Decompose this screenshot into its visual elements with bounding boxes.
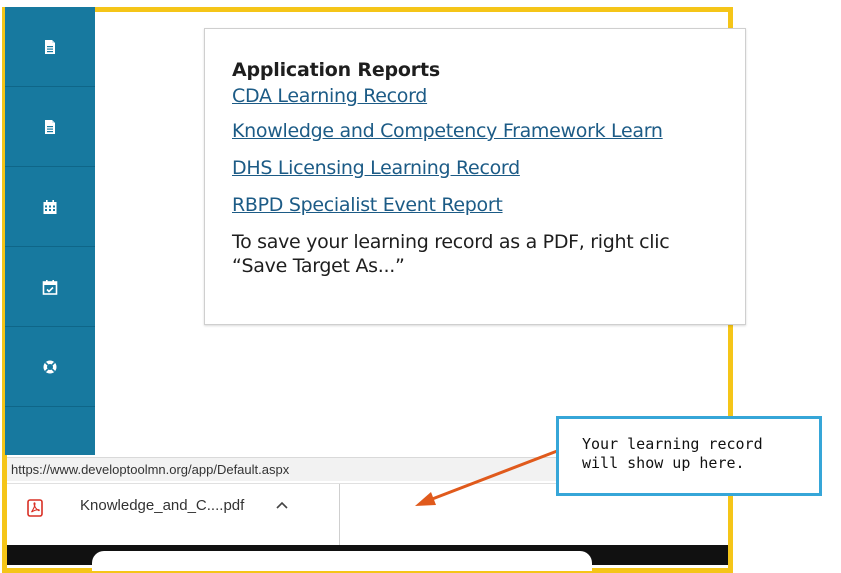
note-line-1: To save your learning record as a PDF, r…: [232, 231, 670, 253]
download-filename: Knowledge_and_C....pdf: [80, 497, 245, 514]
report-link-kcf[interactable]: Knowledge and Competency Framework Learn: [232, 113, 752, 150]
calendar-icon: [43, 199, 57, 214]
sidebar-item-document-1[interactable]: [5, 7, 95, 87]
report-link-cda[interactable]: CDA Learning Record: [232, 85, 752, 107]
calendar-check-icon: [42, 279, 58, 295]
report-link-dhs[interactable]: DHS Licensing Learning Record: [232, 150, 752, 187]
callout-line-2: will show up here.: [582, 454, 745, 472]
lifebuoy-icon: [43, 360, 57, 373]
taskbar-strip: [7, 545, 728, 571]
sidebar-item-calendar-check[interactable]: [5, 247, 95, 327]
sidebar-item-support[interactable]: [5, 327, 95, 407]
note-line-2: “Save Target As...”: [232, 255, 405, 277]
save-pdf-instructions: To save your learning record as a PDF, r…: [232, 230, 752, 278]
document-icon: [45, 119, 55, 134]
pdf-icon: [27, 499, 43, 517]
report-link-rbpd[interactable]: RBPD Specialist Event Report: [232, 187, 752, 224]
callout-text: Your learning record will show up here.: [582, 435, 812, 473]
download-item[interactable]: Knowledge_and_C....pdf: [7, 484, 340, 546]
callout-box: Your learning record will show up here.: [556, 416, 822, 496]
application-reports-card: Application Reports CDA Learning Record …: [204, 28, 746, 325]
chevron-up-icon[interactable]: [275, 500, 289, 510]
callout-line-1: Your learning record: [582, 435, 763, 453]
sidebar: [5, 7, 95, 482]
taskbar-item: [92, 551, 592, 571]
sidebar-item-document-2[interactable]: [5, 87, 95, 167]
card-title: Application Reports: [232, 59, 440, 81]
sidebar-item-calendar[interactable]: [5, 167, 95, 247]
document-icon: [45, 39, 55, 54]
callout-arrow: [415, 446, 566, 506]
